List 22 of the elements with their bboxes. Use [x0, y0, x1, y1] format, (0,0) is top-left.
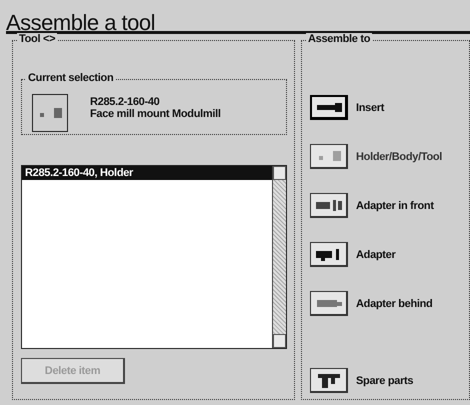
scroll-up-button[interactable]	[273, 166, 286, 180]
tool-button[interactable]	[310, 242, 348, 267]
tool-button[interactable]	[310, 193, 348, 218]
button-label: Holder/Body/Tool	[356, 150, 442, 162]
tool-list[interactable]: R285.2-160-40, Holder	[21, 165, 287, 349]
button-label: Adapter in front	[356, 200, 434, 212]
group-label: Tool <>	[17, 33, 58, 45]
button-label: Adapter behind	[356, 298, 432, 310]
group-label: Assemble to	[306, 33, 372, 45]
list-item[interactable]: R285.2-160-40, Holder	[22, 166, 272, 180]
button-label: Adapter	[356, 248, 396, 260]
tool-code: R285.2-160-40	[90, 96, 160, 108]
window-title: Assemble a tool	[5, 9, 156, 30]
tool-description: Face mill mount Modulmill	[90, 108, 221, 120]
tool-button[interactable]	[310, 291, 348, 316]
scrollbar[interactable]	[272, 166, 286, 348]
scroll-down-button[interactable]	[273, 334, 286, 348]
button-label: Spare parts	[356, 374, 414, 386]
group-label: Current selection	[26, 72, 116, 84]
tool-button[interactable]	[310, 95, 348, 120]
tool-button[interactable]	[310, 368, 348, 393]
button-label: Insert	[356, 102, 384, 114]
